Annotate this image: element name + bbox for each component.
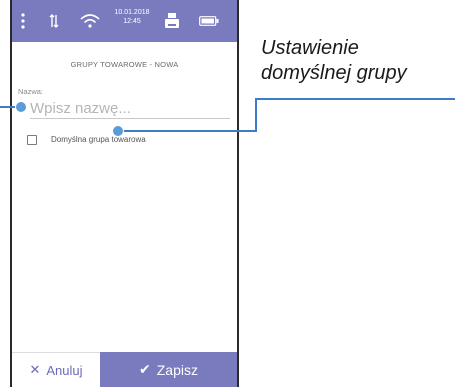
data-arrows-icon	[46, 0, 62, 42]
default-group-checkbox[interactable]	[27, 135, 37, 145]
callout-marker-name-field	[15, 101, 27, 113]
printer-icon	[162, 0, 182, 42]
save-button-label: Zapisz	[156, 361, 198, 378]
wifi-icon	[78, 0, 102, 42]
callout-line-checkbox-horizontal	[119, 130, 257, 132]
save-button[interactable]: ✔ Zapisz	[100, 352, 237, 387]
status-datetime: 10.01.2018 12:45	[110, 8, 154, 26]
default-group-checkbox-label: Domyślna grupa towarowa	[51, 135, 146, 144]
callout-line-checkbox-vertical	[255, 98, 257, 132]
cancel-button-label: Anuluj	[46, 362, 83, 378]
callout-line-checkbox-top	[255, 98, 455, 100]
callout-marker-checkbox	[112, 125, 124, 137]
device-screen: 10.01.2018 12:45 GRUPY TOWAROWE - NOWA N…	[10, 0, 239, 387]
battery-icon	[198, 0, 220, 42]
name-field-label: Nazwa:	[18, 87, 44, 96]
checkmark-icon: ✔	[139, 361, 151, 377]
cancel-button[interactable]: ✕ Anuluj	[12, 352, 100, 387]
menu-dots-icon[interactable]	[16, 0, 30, 42]
status-date: 10.01.2018	[114, 9, 150, 16]
status-time: 12:45	[123, 18, 141, 25]
bottom-action-bar: ✕ Anuluj ✔ Zapisz	[12, 352, 237, 387]
page-title: GRUPY TOWAROWE - NOWA	[70, 60, 179, 69]
close-icon: ✕	[29, 362, 41, 377]
annotation-line-1: Ustawienie	[261, 37, 359, 59]
annotation-text: Ustawienie domyślnej grupy	[261, 36, 407, 86]
name-input[interactable]	[30, 98, 230, 119]
annotation-line-2: domyślnej grupy	[261, 62, 407, 84]
status-bar: 10.01.2018 12:45	[12, 0, 237, 42]
